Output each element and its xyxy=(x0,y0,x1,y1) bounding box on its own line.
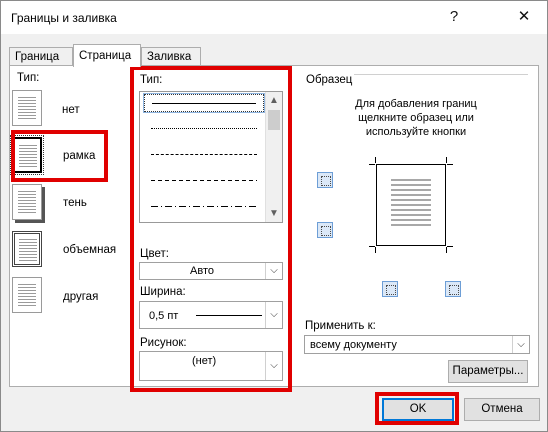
corner-tick xyxy=(369,164,375,165)
preview-hint-line-1: Для добавления границ xyxy=(355,98,477,110)
tab-page-border[interactable]: Страница xyxy=(73,44,141,67)
setting-label: Тип: xyxy=(17,72,40,84)
preview-hint-line-3: используйте кнопки xyxy=(365,126,467,138)
setting-shadow-icon xyxy=(12,184,42,220)
apply-to-value: всему документу xyxy=(310,339,397,351)
highlight-style-column xyxy=(130,66,292,392)
setting-custom-label: другая xyxy=(63,291,99,303)
apply-to-dropdown[interactable]: всему документу ⌵ xyxy=(304,335,530,354)
corner-tick xyxy=(447,246,453,247)
tab-border[interactable]: Граница xyxy=(9,47,73,67)
left-border-icon[interactable] xyxy=(382,281,398,297)
bottom-border-icon[interactable] xyxy=(317,222,333,238)
corner-tick xyxy=(446,247,447,253)
setting-shadow-label: тень xyxy=(63,197,87,209)
corner-tick xyxy=(375,157,376,163)
preview-hint-line-2: щелкните образец или xyxy=(358,112,474,124)
dialog-title: Границы и заливка xyxy=(11,11,117,25)
setting-none-icon xyxy=(12,90,42,126)
setting-3d-label: объемная xyxy=(63,244,117,256)
setting-custom-icon xyxy=(12,277,42,313)
tab-shading[interactable]: Заливка xyxy=(141,47,201,67)
borders-and-shading-dialog: Границы и заливка ? ✕ Граница Страница З… xyxy=(0,0,548,432)
highlight-ok-button xyxy=(375,392,459,425)
preview-text-lines xyxy=(391,179,431,227)
preview-page[interactable] xyxy=(376,164,446,246)
apply-to-label: Применить к: xyxy=(305,320,376,332)
top-border-icon[interactable] xyxy=(317,172,333,188)
right-border-icon[interactable] xyxy=(445,281,461,297)
setting-3d-icon xyxy=(12,231,42,267)
title-bar: Границы и заливка ? ✕ xyxy=(1,1,547,34)
chevron-down-icon: ⌵ xyxy=(512,336,529,353)
preview-divider xyxy=(354,74,528,75)
setting-none-label: нет xyxy=(62,104,80,116)
corner-tick xyxy=(375,247,376,253)
preview-label: Образец xyxy=(306,74,353,86)
preview-hint: Для добавления границ щелкните образец и… xyxy=(301,97,531,139)
cancel-button[interactable]: Отмена xyxy=(464,398,540,421)
corner-tick xyxy=(447,164,453,165)
close-button[interactable]: ✕ xyxy=(509,3,539,31)
corner-tick xyxy=(369,246,375,247)
highlight-setting-box xyxy=(11,130,108,182)
help-button[interactable]: ? xyxy=(439,3,469,31)
options-button[interactable]: Параметры... xyxy=(448,360,528,383)
corner-tick xyxy=(446,157,447,163)
